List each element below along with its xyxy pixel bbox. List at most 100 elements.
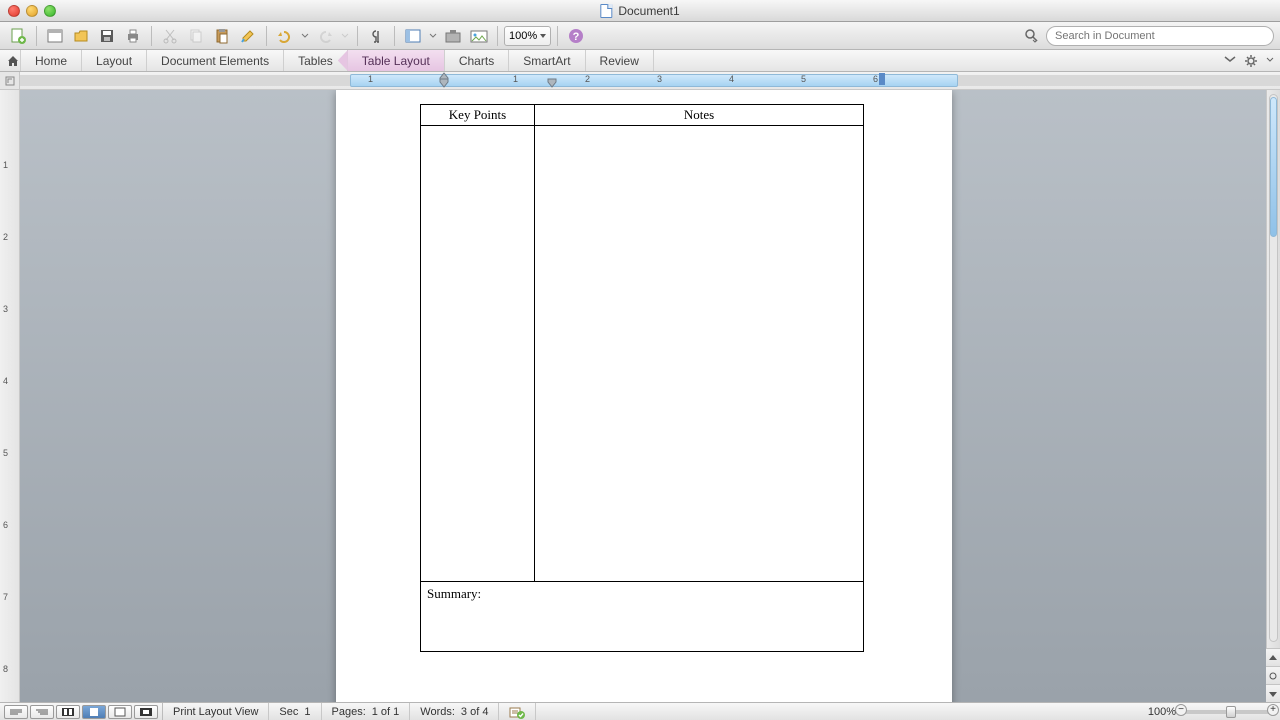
show-formatting-button[interactable]	[364, 25, 388, 47]
pages-value: 1 of 1	[372, 706, 400, 718]
zoom-out-button[interactable]: −	[1175, 704, 1187, 716]
draft-view-button[interactable]	[4, 705, 28, 719]
window-title: Document1	[618, 4, 679, 18]
ruler-tick: 4	[729, 74, 734, 84]
ribbon: Home Layout Document Elements Tables Tab…	[0, 50, 1280, 72]
paste-button[interactable]	[210, 25, 234, 47]
toolbar-separator	[557, 26, 558, 46]
format-painter-button[interactable]	[236, 25, 260, 47]
tab-review[interactable]: Review	[586, 50, 654, 71]
vertical-scrollbar[interactable]	[1269, 94, 1278, 642]
tab-document-elements[interactable]: Document Elements	[147, 50, 284, 71]
copy-button[interactable]	[184, 25, 208, 47]
tab-charts[interactable]: Charts	[445, 50, 509, 71]
open-button[interactable]	[69, 25, 93, 47]
zoom-percent[interactable]: 100%	[1148, 706, 1176, 718]
zoom-slider-thumb[interactable]	[1226, 706, 1236, 718]
sidebar-toggle-button[interactable]	[401, 25, 425, 47]
outline-view-button[interactable]	[30, 705, 54, 719]
cornell-table[interactable]: Key Points Notes Summary:	[420, 104, 864, 652]
minimize-window-button[interactable]	[26, 5, 38, 17]
zoom-control: 100% − +	[1140, 706, 1280, 718]
redo-button[interactable]	[313, 25, 337, 47]
table-header-keypoints[interactable]: Key Points	[421, 105, 535, 126]
scrollbar-thumb[interactable]	[1270, 97, 1277, 237]
zoom-window-button[interactable]	[44, 5, 56, 17]
status-bar: Print Layout View Sec 1 Pages: 1 of 1 Wo…	[0, 702, 1280, 720]
search-icon	[1024, 28, 1040, 44]
toolbox-button[interactable]	[441, 25, 465, 47]
table-cell-summary[interactable]: Summary:	[421, 582, 864, 652]
tab-smartart[interactable]: SmartArt	[509, 50, 585, 71]
new-document-button[interactable]	[6, 25, 30, 47]
right-indent-marker[interactable]	[547, 78, 555, 89]
ribbon-collapse-icon[interactable]	[1224, 54, 1236, 67]
tab-home[interactable]: Home	[20, 50, 82, 71]
window-controls	[0, 5, 56, 17]
gear-icon[interactable]	[1244, 54, 1258, 68]
search-input[interactable]	[1055, 30, 1265, 42]
table-cell-notes[interactable]	[535, 126, 864, 582]
tab-label: Table Layout	[362, 54, 430, 68]
tab-label: Charts	[459, 54, 494, 68]
left-indent-marker[interactable]	[439, 78, 447, 89]
tab-layout[interactable]: Layout	[82, 50, 147, 71]
close-window-button[interactable]	[8, 5, 20, 17]
section-cell[interactable]: Sec 1	[269, 703, 321, 720]
pages-cell[interactable]: Pages: 1 of 1	[322, 703, 411, 720]
prev-page-button[interactable]	[1266, 648, 1280, 666]
media-browser-button[interactable]	[467, 25, 491, 47]
words-label: Words:	[420, 706, 455, 718]
notebook-view-button[interactable]	[108, 705, 132, 719]
fullscreen-view-button[interactable]	[134, 705, 158, 719]
words-cell[interactable]: Words: 3 of 4	[410, 703, 499, 720]
table-cell-keypoints[interactable]	[421, 126, 535, 582]
horizontal-ruler[interactable]: 1 1 2 3 4 5 6	[20, 72, 1280, 89]
page-nav-buttons	[1266, 648, 1280, 702]
table-header-notes[interactable]: Notes	[535, 105, 864, 126]
words-value: 3 of 4	[461, 706, 489, 718]
document-canvas[interactable]: Key Points Notes Summary:	[20, 90, 1266, 702]
print-button[interactable]	[121, 25, 145, 47]
browse-object-button[interactable]	[1266, 666, 1280, 684]
view-label-cell: Print Layout View	[163, 703, 269, 720]
ruler-tick: 2	[585, 74, 590, 84]
open-template-button[interactable]	[43, 25, 67, 47]
zoom-in-button[interactable]: +	[1267, 704, 1279, 716]
chevron-down-icon	[540, 34, 546, 38]
page: Key Points Notes Summary:	[336, 90, 952, 702]
summary-label: Summary:	[427, 586, 481, 601]
toolbar-separator	[151, 26, 152, 46]
cut-button[interactable]	[158, 25, 182, 47]
spellcheck-icon	[509, 705, 525, 719]
vertical-ruler[interactable]: 1 2 3 4 5 6 7 8	[0, 90, 20, 702]
spellcheck-cell[interactable]	[499, 703, 536, 720]
toolbar-separator	[357, 26, 358, 46]
ribbon-dropdown-icon[interactable]	[1266, 55, 1274, 67]
search-group	[1024, 26, 1274, 46]
ruler-margin-left	[20, 75, 350, 86]
publishing-view-button[interactable]	[56, 705, 80, 719]
save-button[interactable]	[95, 25, 119, 47]
zoom-combo[interactable]: 100%	[504, 26, 551, 46]
view-buttons	[0, 703, 163, 720]
ruler-row: 1 1 2 3 4 5 6	[0, 72, 1280, 90]
zoom-slider[interactable]: − +	[1182, 710, 1272, 714]
next-page-button[interactable]	[1266, 684, 1280, 702]
help-button[interactable]: ?	[564, 25, 588, 47]
search-field[interactable]	[1046, 26, 1274, 46]
tab-label: Tables	[298, 54, 333, 68]
redo-dropdown[interactable]	[339, 25, 351, 47]
tab-table-layout[interactable]: Table Layout	[348, 50, 445, 71]
print-layout-view-button[interactable]	[82, 705, 106, 719]
ruler-corner[interactable]	[0, 72, 20, 89]
sidebar-dropdown[interactable]	[427, 25, 439, 47]
toolbar-separator	[497, 26, 498, 46]
tab-label: Layout	[96, 54, 132, 68]
undo-button[interactable]	[273, 25, 297, 47]
table-boundary-marker[interactable]	[878, 72, 886, 86]
tab-label: SmartArt	[523, 54, 570, 68]
section-value: 1	[304, 706, 310, 718]
undo-dropdown[interactable]	[299, 25, 311, 47]
ruler-tick: 5	[801, 74, 806, 84]
